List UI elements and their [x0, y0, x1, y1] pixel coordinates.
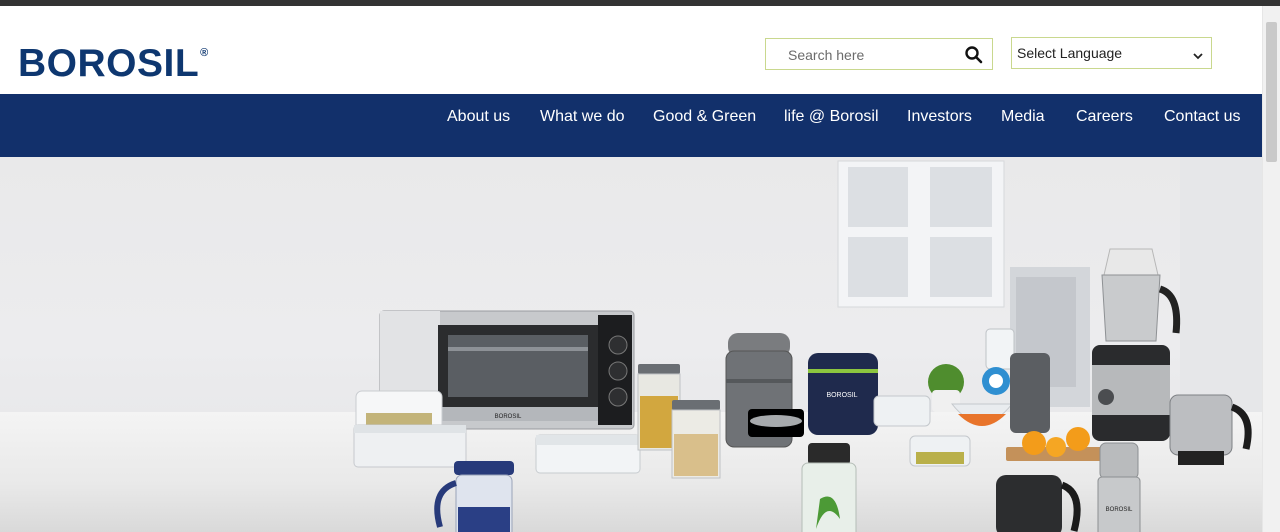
vacuum-jug-image: [996, 475, 1081, 532]
nav-item-media[interactable]: Media: [1001, 108, 1045, 126]
main-navigation: About us What we do Good & Green life @ …: [0, 94, 1263, 157]
chevron-down-icon: [1193, 48, 1203, 60]
flask-image: BOROSIL: [1097, 442, 1141, 532]
nav-item-what-we-do[interactable]: What we do: [540, 108, 624, 126]
vertical-scrollbar[interactable]: [1262, 6, 1280, 532]
scrollbar-thumb[interactable]: [1266, 22, 1277, 162]
borosil-logo[interactable]: BOROSIL®: [18, 44, 209, 83]
storage-box-image: [535, 434, 641, 474]
flask-brand-label: BOROSIL: [1106, 507, 1133, 513]
nav-item-about-us[interactable]: About us: [447, 108, 510, 126]
nav-item-life-at-borosil[interactable]: life @ Borosil: [784, 108, 879, 126]
bag-brand-label: BOROSIL: [826, 392, 857, 399]
nav-item-contact-us[interactable]: Contact us: [1164, 108, 1240, 126]
nav-item-good-and-green[interactable]: Good & Green: [653, 108, 756, 126]
language-select[interactable]: Select Language: [1011, 37, 1212, 69]
hero-banner[interactable]: BOROSIL BOROSIL BOROSIL: [0, 157, 1263, 532]
kettle-image: [434, 461, 514, 532]
lunch-box-image: [725, 333, 804, 448]
oven-brand-label: BOROSIL: [495, 414, 522, 420]
site-header: BOROSIL® Select Language: [0, 6, 1263, 94]
grinder-jar-image: [1169, 394, 1252, 465]
water-bottle-image: [801, 443, 857, 532]
nav-item-careers[interactable]: Careers: [1076, 108, 1133, 126]
search-input[interactable]: [786, 45, 960, 65]
search-box: [765, 38, 993, 70]
registered-mark: ®: [200, 47, 209, 59]
jars-image: [637, 364, 721, 479]
nav-item-investors[interactable]: Investors: [907, 108, 972, 126]
search-icon[interactable]: [963, 44, 985, 66]
language-select-value: Select Language: [1017, 45, 1123, 61]
brand-name: BOROSIL: [18, 42, 200, 85]
